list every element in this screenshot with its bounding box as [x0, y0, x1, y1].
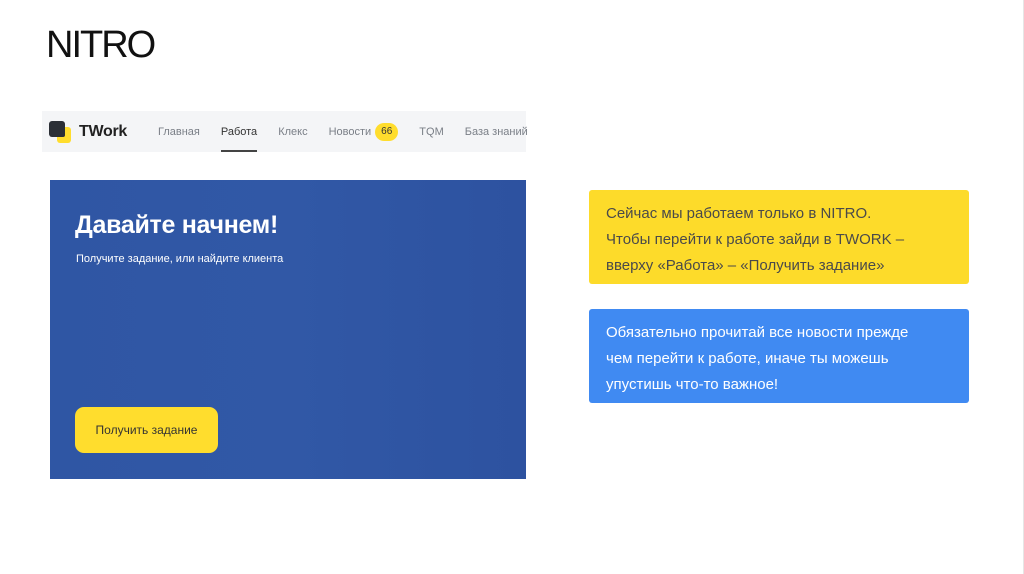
hero-subtitle: Получите задание, или найдите клиента	[76, 253, 284, 265]
nav-item-label: Новости	[328, 125, 372, 138]
slide-title: NITRO	[46, 24, 156, 66]
nav-menu: Главная Работа Клекс Новости 66 TQM База…	[158, 111, 549, 152]
callout-line: Обязательно прочитай все новости прежде	[606, 324, 909, 341]
nav-item-home[interactable]: Главная	[158, 111, 200, 152]
nav-item-kleks[interactable]: Клекс	[278, 111, 307, 152]
twork-navbar: TWork Главная Работа Клекс Новости 66 TQ…	[42, 111, 528, 152]
nav-item-label: Клекс	[278, 125, 308, 138]
twork-logo-icon	[49, 120, 71, 143]
nav-item-label: База знаний	[464, 125, 528, 138]
news-count-badge: 66	[375, 122, 399, 141]
nav-item-work[interactable]: Работа	[220, 111, 258, 152]
nav-item-label: Главная	[158, 125, 200, 138]
nav-item-label: TQM	[419, 125, 444, 138]
callout-line: Чтобы перейти к работе зайди в TWORK –	[606, 231, 905, 248]
callout-yellow: Сейчас мы работаем только в NITRO. Чтобы…	[589, 190, 969, 284]
hero-panel: Давайте начнем! Получите задание, или на…	[50, 180, 526, 479]
hero-heading: Давайте начнем!	[75, 211, 279, 239]
get-task-button[interactable]: Получить задание	[75, 407, 218, 453]
callout-line: чем перейти к работе, иначе ты можешь	[606, 350, 889, 367]
callout-line: Сейчас мы работаем только в NITRO.	[606, 205, 872, 222]
callout-line: упустишь что-то важное!	[606, 376, 779, 393]
callout-line: вверху «Работа» – «Получить задание»	[606, 257, 885, 274]
twork-logo[interactable]: TWork	[49, 120, 127, 143]
nav-item-knowledge-base[interactable]: База знаний	[465, 111, 528, 152]
logo-text: TWork	[79, 122, 127, 140]
nav-item-label: Работа	[220, 125, 258, 138]
nav-item-tqm[interactable]: TQM	[419, 111, 443, 152]
nav-item-news[interactable]: Новости 66	[329, 111, 399, 152]
callout-blue: Обязательно прочитай все новости прежде …	[589, 309, 969, 403]
